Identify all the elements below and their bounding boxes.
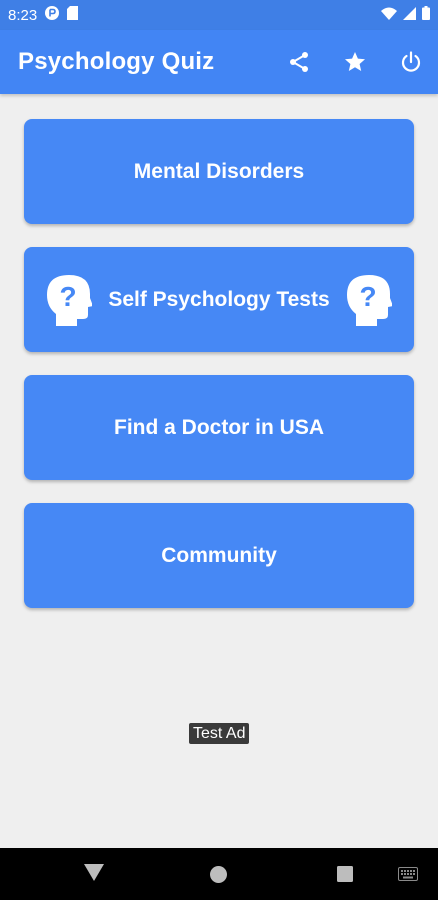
settings-badge-icon — [45, 6, 60, 24]
mental-disorders-label: Mental Disorders — [133, 159, 305, 183]
back-icon[interactable] — [84, 864, 104, 887]
community-label: Community — [161, 543, 277, 567]
recents-icon[interactable] — [337, 866, 353, 887]
head-question-icon: ? — [346, 274, 393, 326]
svg-text:?: ? — [359, 281, 376, 312]
app-title: Psychology Quiz — [18, 48, 215, 75]
share-icon[interactable] — [286, 49, 312, 75]
self-psychology-tests-label: Self Psychology Tests — [108, 287, 330, 311]
home-icon[interactable] — [210, 866, 227, 888]
main-menu: Mental Disorders ? Self Psychology Tests… — [24, 119, 414, 631]
star-icon[interactable] — [342, 49, 368, 75]
self-psychology-tests-button[interactable]: ? Self Psychology Tests ? — [24, 247, 414, 352]
status-right — [381, 6, 430, 24]
find-doctor-label: Find a Doctor in USA — [114, 415, 324, 439]
app-actions — [286, 49, 424, 75]
find-doctor-button[interactable]: Find a Doctor in USA — [24, 375, 414, 480]
keyboard-icon[interactable] — [398, 867, 418, 886]
signal-icon — [403, 6, 416, 24]
wifi-icon — [381, 7, 397, 24]
app-bar: Psychology Quiz — [0, 30, 438, 94]
head-question-icon: ? — [46, 274, 93, 326]
community-button[interactable]: Community — [24, 503, 414, 608]
status-time: 8:23 — [8, 6, 38, 24]
status-left: 8:23 — [8, 6, 79, 24]
battery-icon — [422, 6, 430, 24]
power-icon[interactable] — [398, 49, 424, 75]
test-ad-label[interactable]: Test Ad — [189, 723, 250, 744]
navigation-bar — [0, 848, 438, 900]
status-bar: 8:23 — [0, 0, 438, 30]
sd-card-icon — [67, 6, 79, 24]
svg-text:?: ? — [59, 281, 76, 312]
mental-disorders-button[interactable]: Mental Disorders — [24, 119, 414, 224]
